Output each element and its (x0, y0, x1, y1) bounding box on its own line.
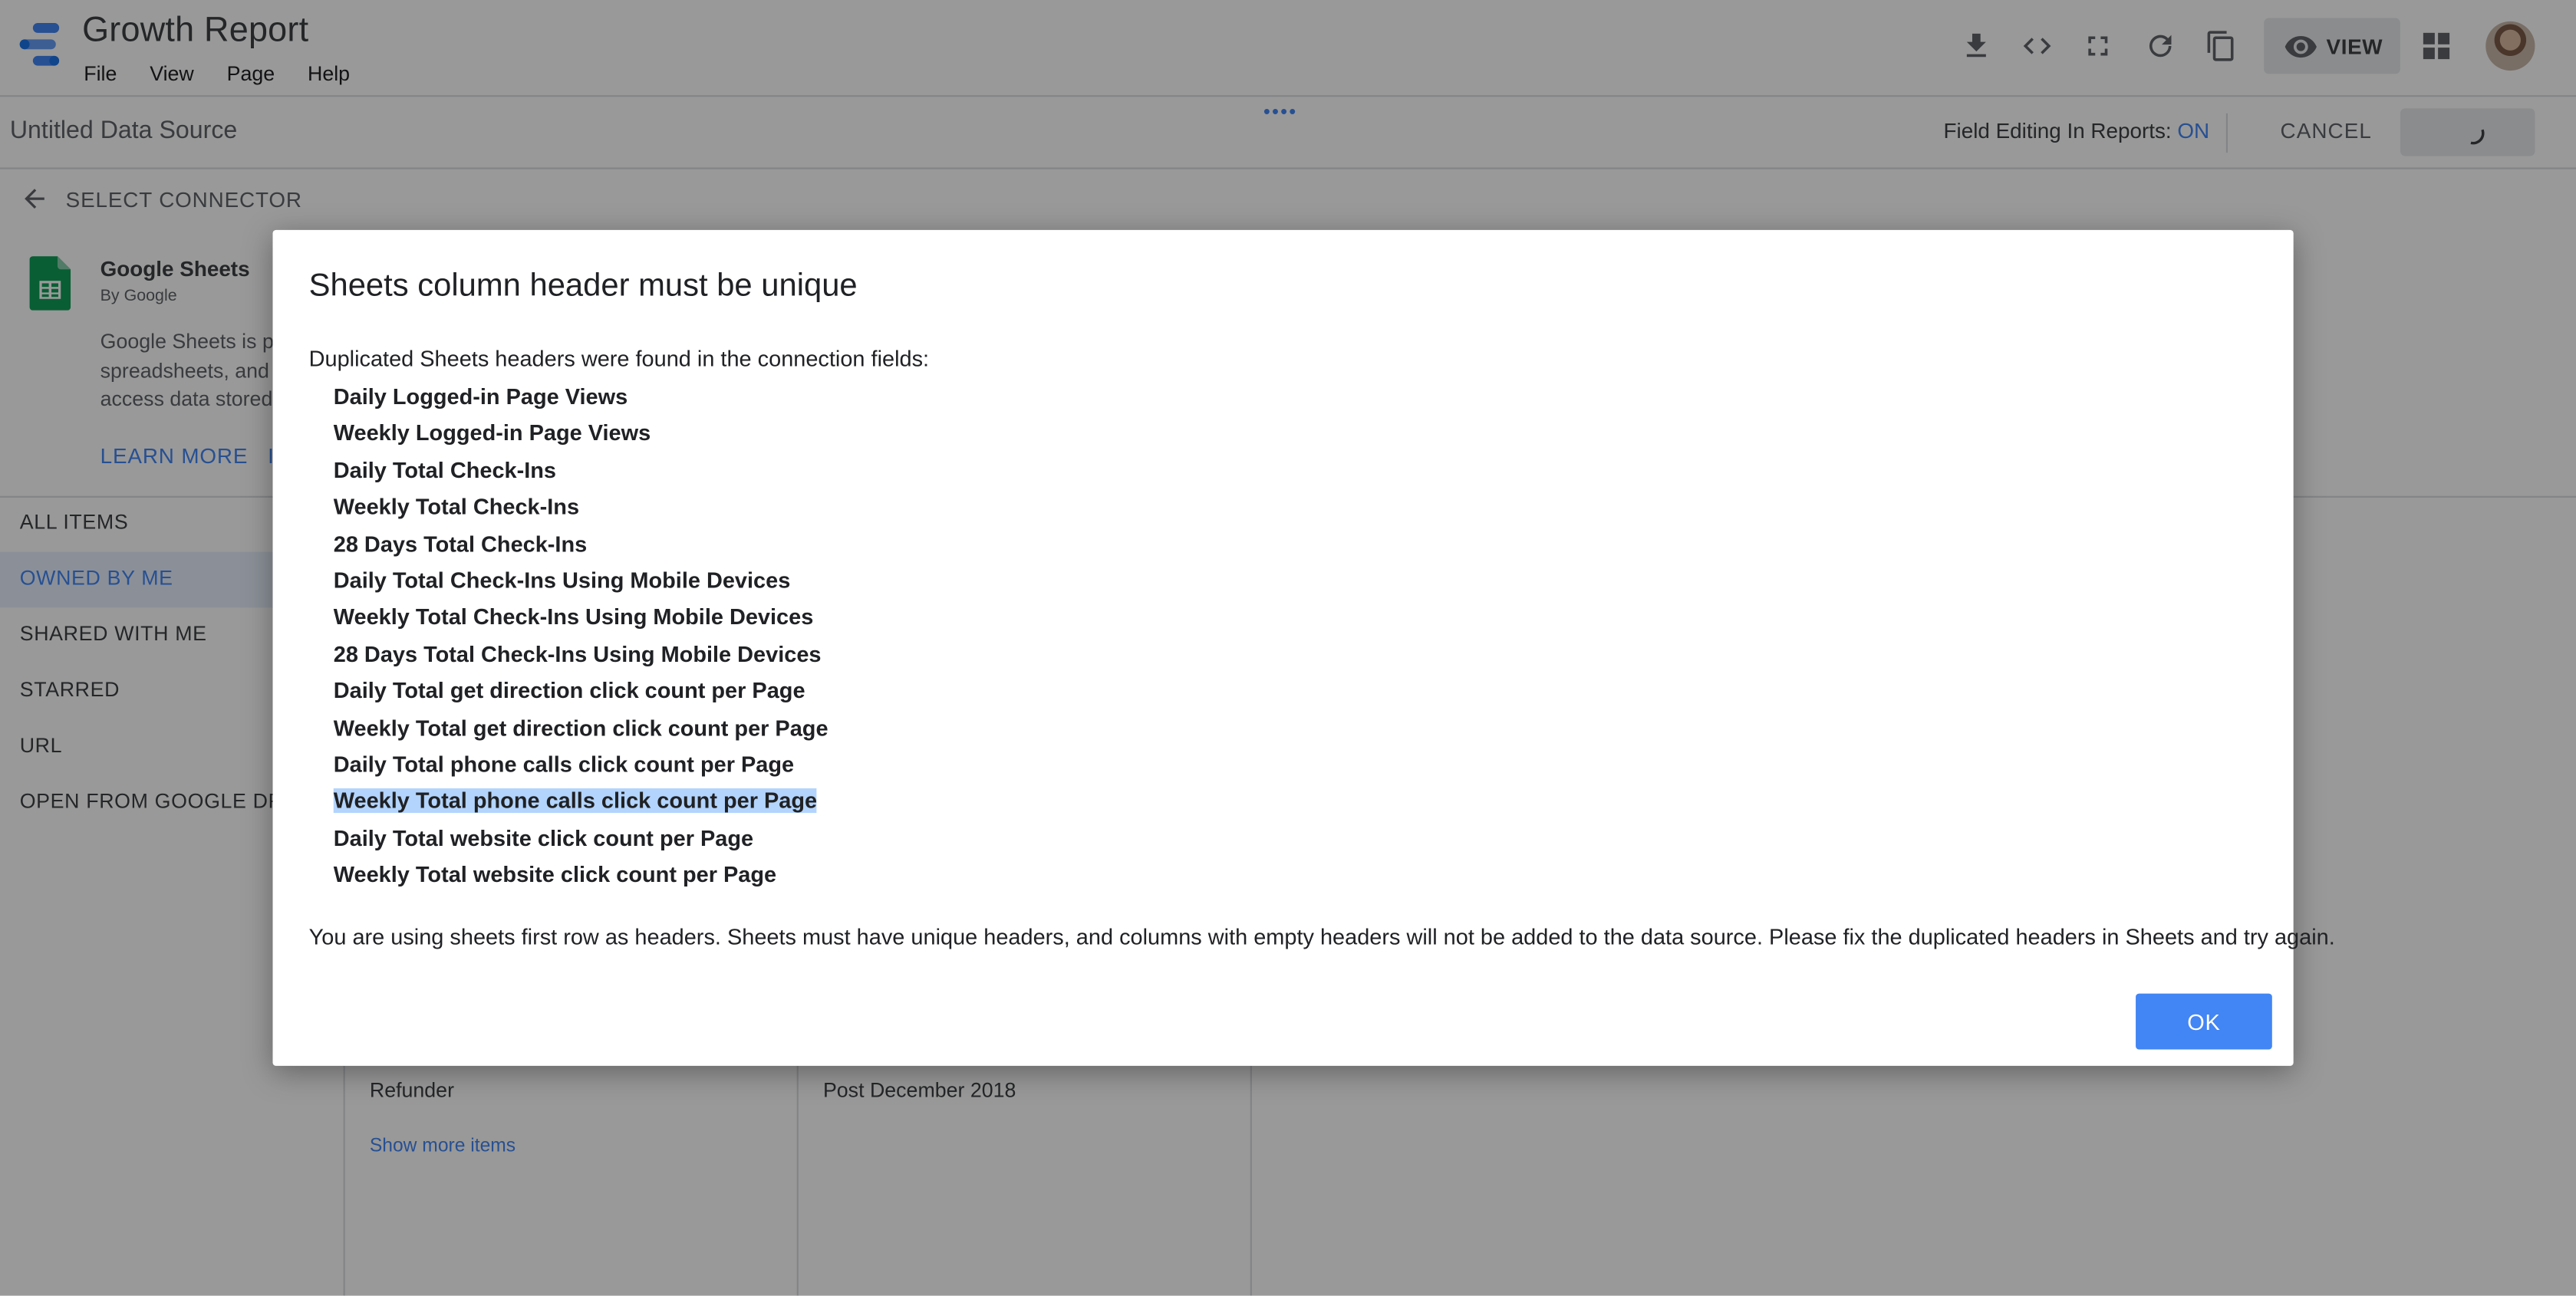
duplicate-header-item: Daily Total Check-Ins (333, 458, 557, 483)
ok-button[interactable]: OK (2136, 993, 2272, 1050)
duplicate-header-item: Daily Total phone calls click count per … (333, 752, 795, 777)
duplicate-header-list: Daily Logged-in Page Views Weekly Logged… (333, 381, 828, 896)
duplicate-header-item: 28 Days Total Check-Ins Using Mobile Dev… (333, 641, 822, 666)
duplicate-headers-dialog: Sheets column header must be unique Dupl… (272, 229, 2335, 1066)
duplicate-header-item: Weekly Total website click count per Pag… (333, 862, 777, 887)
duplicate-header-item: Weekly Total Check-Ins (333, 494, 580, 520)
duplicate-header-item: Weekly Total get direction click count p… (333, 715, 828, 740)
dialog-intro-text: Duplicated Sheets headers were found in … (308, 346, 930, 372)
dialog-note-text: You are using sheets first row as header… (308, 924, 2335, 949)
duplicate-header-item: Weekly Total phone calls click count per… (333, 788, 818, 814)
app-window: Growth Report File View Page Help VIEW U… (0, 0, 2576, 1296)
duplicate-header-item: Weekly Logged-in Page Views (333, 421, 651, 446)
duplicate-header-item: 28 Days Total Check-Ins (333, 531, 588, 557)
duplicate-header-item: Daily Total get direction click count pe… (333, 678, 805, 703)
duplicate-header-item: Daily Logged-in Page Views (333, 384, 628, 410)
duplicate-header-item: Weekly Total Check-Ins Using Mobile Devi… (333, 604, 814, 630)
duplicate-header-item: Daily Total website click count per Page (333, 825, 754, 850)
duplicate-header-item: Daily Total Check-Ins Using Mobile Devic… (333, 567, 791, 594)
dialog-title: Sheets column header must be unique (308, 268, 858, 304)
